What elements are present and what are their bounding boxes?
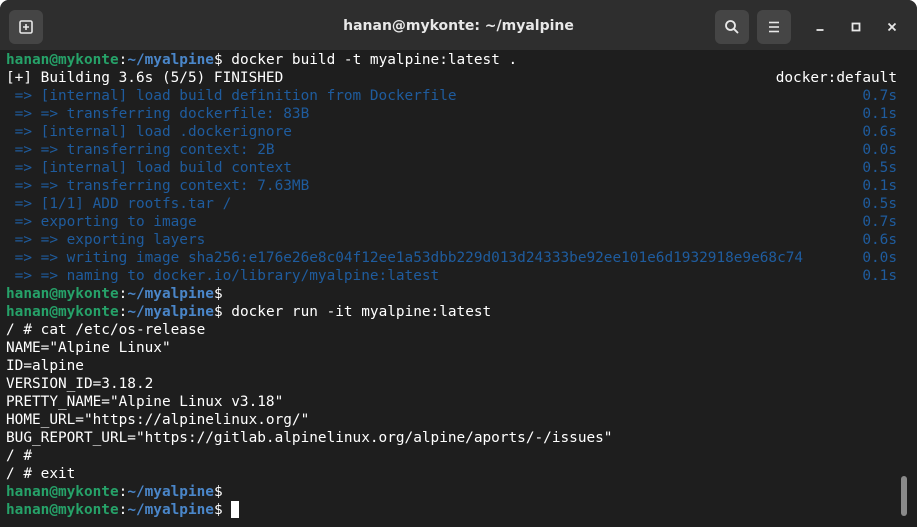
prompt-user: hanan@mykonte xyxy=(6,484,119,500)
build-step: => [1/1] ADD rootfs.tar / xyxy=(6,196,232,212)
prompt-line: hanan@mykonte:~/myalpine$ docker build -… xyxy=(6,51,517,69)
prompt-separator: : xyxy=(118,52,128,68)
prompt-separator: : xyxy=(118,286,128,302)
prompt-path: ~/myalpine xyxy=(127,502,214,518)
maximize-icon xyxy=(851,22,861,32)
prompt-separator: : xyxy=(118,304,128,320)
build-step-time: 0.5s xyxy=(862,160,897,176)
prompt-sign: $ xyxy=(213,52,223,68)
output-line: ID=alpine xyxy=(6,358,84,374)
build-step-time: 0.7s xyxy=(862,88,897,104)
build-step: => [internal] load build definition from… xyxy=(6,88,457,104)
prompt-user: hanan@mykonte xyxy=(6,52,119,68)
terminal-output[interactable]: hanan@mykonte:~/myalpine$ docker build -… xyxy=(0,50,917,527)
output-line: PRETTY_NAME="Alpine Linux v3.18" xyxy=(6,394,284,410)
command-text: docker run -it myalpine:latest xyxy=(222,304,492,320)
output-line: VERSION_ID=3.18.2 xyxy=(6,376,154,392)
build-step: => exporting to image xyxy=(6,214,197,230)
prompt-sign: $ xyxy=(213,304,223,320)
close-icon xyxy=(887,22,897,32)
new-tab-icon xyxy=(19,20,33,34)
close-button[interactable] xyxy=(880,15,904,39)
search-icon xyxy=(725,20,739,34)
prompt-separator: : xyxy=(118,502,128,518)
scrollbar-thumb[interactable] xyxy=(901,476,907,516)
build-step-time: 0.6s xyxy=(862,232,897,248)
build-step-time: 0.1s xyxy=(862,178,897,194)
build-step: => [internal] load build context xyxy=(6,160,292,176)
build-step-time: 0.1s xyxy=(862,106,897,122)
prompt-sign: $ xyxy=(213,484,223,500)
maximize-button[interactable] xyxy=(844,15,868,39)
build-step: => => transferring context: 7.63MB xyxy=(6,178,310,194)
build-status: [+] Building 3.6s (5/5) FINISHED xyxy=(6,70,284,86)
prompt-path: ~/myalpine xyxy=(127,484,214,500)
build-step: => => exporting layers xyxy=(6,232,206,248)
output-line: / # xyxy=(6,448,32,464)
prompt-line: hanan@mykonte:~/myalpine$ docker run -it… xyxy=(6,303,491,321)
output-line: NAME="Alpine Linux" xyxy=(6,340,171,356)
active-prompt-line[interactable]: hanan@mykonte:~/myalpine$ xyxy=(6,501,240,519)
minimize-button[interactable] xyxy=(808,15,832,39)
build-step-time: 0.5s xyxy=(862,196,897,212)
prompt-path: ~/myalpine xyxy=(127,52,214,68)
output-line: HOME_URL="https://alpinelinux.org/" xyxy=(6,412,310,428)
build-step: => => naming to docker.io/library/myalpi… xyxy=(6,268,440,284)
build-step: => => writing image sha256:e176e26e8c04f… xyxy=(6,250,804,266)
command-text: docker build -t myalpine:latest . xyxy=(222,52,518,68)
hamburger-menu-icon xyxy=(769,21,779,33)
output-line: / # exit xyxy=(6,466,76,482)
menu-button[interactable] xyxy=(757,10,791,44)
build-step-time: 0.1s xyxy=(862,268,897,284)
prompt-path: ~/myalpine xyxy=(127,304,214,320)
prompt-user: hanan@mykonte xyxy=(6,286,119,302)
build-step: => [internal] load .dockerignore xyxy=(6,124,292,140)
prompt-path: ~/myalpine xyxy=(127,286,214,302)
prompt-user: hanan@mykonte xyxy=(6,502,119,518)
prompt-line: hanan@mykonte:~/myalpine$ xyxy=(6,483,223,501)
prompt-sign: $ xyxy=(213,286,223,302)
prompt-sign: $ xyxy=(213,502,223,518)
build-step-time: 0.0s xyxy=(862,250,897,266)
build-step: => => transferring context: 2B xyxy=(6,142,275,158)
terminal-window: hanan@mykonte: ~/myalpine hanan@mykonte:… xyxy=(0,0,917,527)
output-line: / # cat /etc/os-release xyxy=(6,322,206,338)
prompt-user: hanan@mykonte xyxy=(6,304,119,320)
prompt-line: hanan@mykonte:~/myalpine$ xyxy=(6,285,223,303)
minimize-icon xyxy=(816,29,824,31)
search-button[interactable] xyxy=(715,10,749,44)
new-tab-button[interactable] xyxy=(9,10,43,44)
title-bar[interactable]: hanan@mykonte: ~/myalpine xyxy=(0,0,917,50)
text-cursor xyxy=(231,501,240,518)
build-step-time: 0.6s xyxy=(862,124,897,140)
build-step-time: 0.7s xyxy=(862,214,897,230)
prompt-separator: : xyxy=(118,484,128,500)
build-context: docker:default xyxy=(775,70,897,86)
build-step-time: 0.0s xyxy=(862,142,897,158)
output-line: BUG_REPORT_URL="https://gitlab.alpinelin… xyxy=(6,430,613,446)
build-step: => => transferring dockerfile: 83B xyxy=(6,106,310,122)
